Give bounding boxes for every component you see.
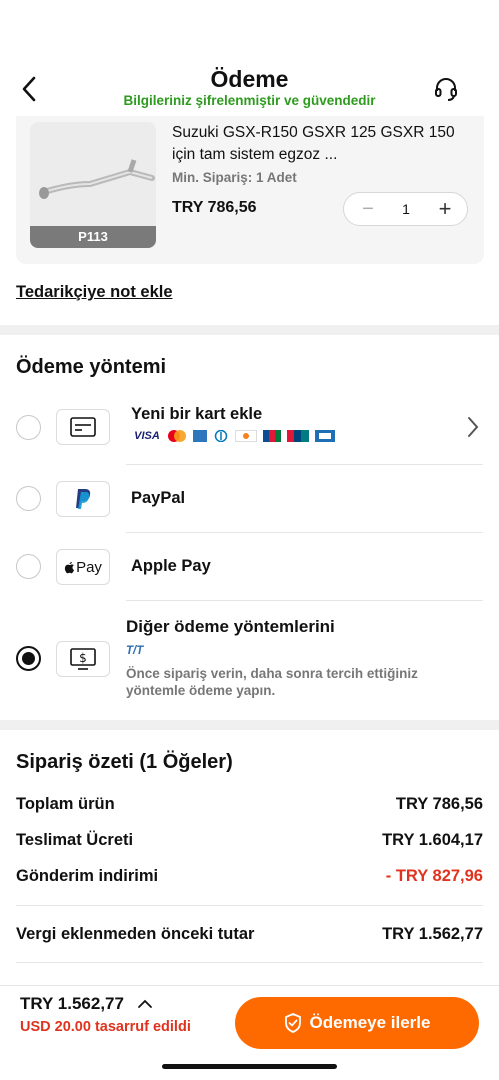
- cartes-bancaires-icon: [315, 430, 335, 442]
- radio-paypal[interactable]: [16, 486, 41, 511]
- unionpay-icon: [287, 430, 309, 442]
- min-order: Min. Sipariş: 1 Adet: [172, 170, 297, 185]
- payment-label-paypal: PayPal: [131, 489, 186, 507]
- chevron-right-icon[interactable]: [467, 416, 479, 443]
- secure-notice: Bilgileriniz şifrelenmiştir ve güvendedi…: [123, 93, 376, 108]
- product-code: P113: [30, 226, 156, 248]
- section-divider: [0, 325, 499, 335]
- tt-badge: T/T: [126, 645, 144, 657]
- card-brand-logos: VISA: [133, 430, 335, 442]
- product-image[interactable]: P113: [30, 122, 156, 248]
- chevron-up-icon[interactable]: [137, 999, 153, 1009]
- dollar-screen-icon: $: [56, 641, 110, 677]
- summary-label: Teslimat Ücreti: [16, 831, 134, 849]
- radio-apple-pay[interactable]: [16, 554, 41, 579]
- summary-label: Gönderim indirimi: [16, 867, 159, 885]
- summary-divider: [16, 905, 483, 906]
- order-summary-title: Sipariş özeti (1 Öğeler): [16, 751, 233, 773]
- summary-label: Vergi eklenmeden önceki tutar: [16, 925, 255, 943]
- discover-icon: [235, 430, 257, 442]
- summary-value: TRY 1.562,77: [382, 925, 483, 943]
- savings-text: USD 20.00 tasarruf edildi: [20, 1019, 191, 1035]
- mastercard-icon: [167, 430, 187, 442]
- apple-pay-text: Pay: [76, 558, 102, 576]
- other-methods-description: Önce sipariş verin, daha sonra tercih et…: [126, 666, 418, 698]
- checkout-button-label: Ödemeye ilerle: [309, 1013, 431, 1032]
- diners-icon: [213, 430, 229, 442]
- payment-section-title: Ödeme yöntemi: [16, 356, 167, 378]
- product-price: TRY 786,56: [172, 199, 257, 216]
- summary-value-discount: - TRY 827,96: [385, 867, 483, 885]
- summary-label: Toplam ürün: [16, 795, 115, 813]
- amex-icon: [193, 430, 207, 442]
- payment-label-new-card: Yeni bir kart ekle: [131, 405, 263, 423]
- header: Ödeme Bilgileriniz şifrelenmiştir ve güv…: [0, 60, 499, 120]
- payment-label-apple-pay: Apple Pay: [131, 557, 211, 575]
- visa-icon: VISA: [134, 430, 160, 442]
- payment-option-paypal[interactable]: PayPal: [0, 465, 499, 533]
- summary-row-shipping-fee: Teslimat Ücreti TRY 1.604,17: [16, 831, 483, 850]
- headset-support-icon[interactable]: [431, 74, 461, 104]
- summary-value: TRY 786,56: [395, 795, 483, 813]
- proceed-to-payment-button[interactable]: Ödemeye ilerle: [235, 997, 479, 1049]
- jcb-icon: [263, 430, 281, 442]
- footer-total[interactable]: TRY 1.562,77: [20, 994, 153, 1014]
- quantity-stepper: − 1 +: [343, 192, 468, 226]
- footer-total-value: TRY 1.562,77: [20, 994, 124, 1013]
- radio-other-methods[interactable]: [16, 646, 41, 671]
- payment-option-other[interactable]: $ Diğer ödeme yöntemlerini T/T Önce sipa…: [0, 601, 499, 719]
- shield-check-icon: [284, 1013, 301, 1033]
- apple-pay-icon: Pay: [56, 549, 110, 585]
- payment-option-apple-pay[interactable]: Pay Apple Pay: [0, 533, 499, 601]
- section-divider: [0, 720, 499, 730]
- summary-row-shipping-discount: Gönderim indirimi - TRY 827,96: [16, 867, 483, 886]
- summary-value: TRY 1.604,17: [382, 831, 483, 849]
- radio-new-card[interactable]: [16, 415, 41, 440]
- summary-row-items-total: Toplam ürün TRY 786,56: [16, 795, 483, 814]
- product-title[interactable]: Suzuki GSX-R150 GSXR 125 GSXR 150 için t…: [172, 122, 472, 166]
- quantity-plus-button[interactable]: +: [431, 194, 459, 224]
- home-indicator: [162, 1064, 337, 1069]
- add-supplier-note-link[interactable]: Tedarikçiye not ekle: [16, 283, 173, 302]
- quantity-value[interactable]: 1: [388, 193, 424, 225]
- credit-card-icon: [56, 409, 110, 445]
- quantity-minus-button[interactable]: −: [354, 195, 382, 223]
- product-card: P113 Suzuki GSX-R150 GSXR 125 GSXR 150 i…: [16, 116, 484, 264]
- summary-row-pre-tax-total: Vergi eklenmeden önceki tutar TRY 1.562,…: [16, 925, 483, 944]
- payment-label-other: Diğer ödeme yöntemlerini: [126, 617, 335, 636]
- page-title: Ödeme: [210, 66, 289, 92]
- svg-text:$: $: [79, 651, 87, 665]
- paypal-icon: [56, 481, 110, 517]
- summary-divider: [16, 962, 483, 963]
